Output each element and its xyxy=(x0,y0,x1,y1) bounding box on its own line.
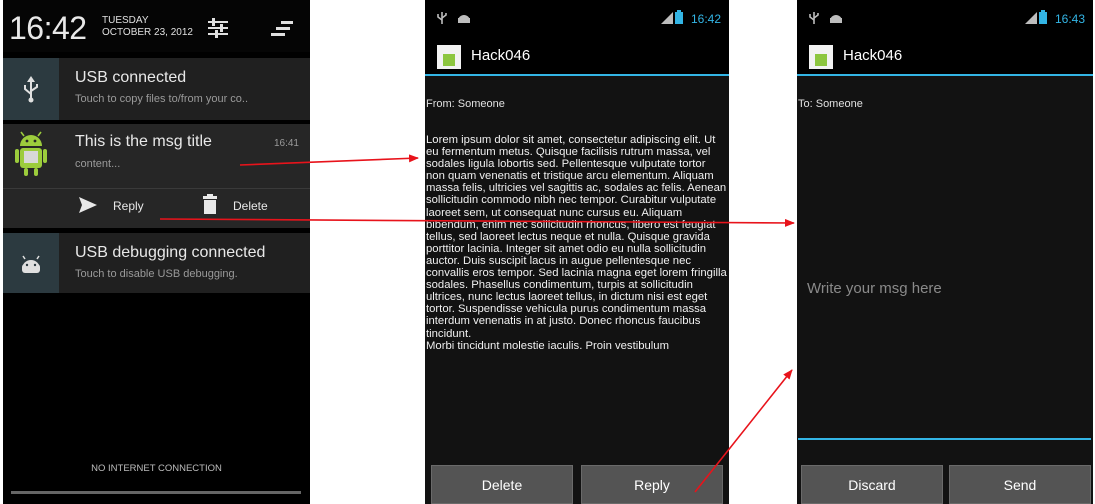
shade-day: TUESDAY xyxy=(102,15,149,26)
message-body-text: Lorem ipsum dolor sit amet, consectetur … xyxy=(426,134,727,340)
notification-usb-debugging[interactable]: USB debugging connected Touch to disable… xyxy=(3,233,310,293)
notification-usb-connected[interactable]: USB connected Touch to copy files to/fro… xyxy=(3,58,310,120)
reply-button[interactable]: Reply xyxy=(581,465,723,504)
notification-subtitle: Touch to disable USB debugging. xyxy=(75,268,238,280)
notification-title: USB connected xyxy=(75,69,187,86)
android-app-icon xyxy=(15,131,47,176)
trash-icon xyxy=(203,194,217,214)
notification-shade: 16:42 TUESDAY OCTOBER 23, 2012 USB conne… xyxy=(3,0,310,504)
status-clock: 16:42 xyxy=(690,12,721,26)
notification-icon-box xyxy=(3,233,59,293)
reply-action-label: Reply xyxy=(113,199,144,213)
message-input[interactable]: Write your msg here xyxy=(798,120,1091,440)
notification-subtitle: content... xyxy=(75,158,121,170)
battery-icon xyxy=(1039,10,1047,24)
notification-icon-box xyxy=(3,58,59,120)
status-clock: 16:43 xyxy=(1054,12,1085,26)
compose-reply-screen: 16:43 Hack046 To: Someone Write your msg… xyxy=(797,0,1093,504)
recipient-label: To: Someone xyxy=(798,98,863,110)
app-title: Hack046 xyxy=(471,47,531,64)
no-internet-label: NO INTERNET CONNECTION xyxy=(91,463,222,474)
android-debug-icon xyxy=(22,255,40,273)
discard-button[interactable]: Discard xyxy=(801,465,943,504)
delete-button[interactable]: Delete xyxy=(431,465,573,504)
send-button[interactable]: Send xyxy=(949,465,1091,504)
message-body: Lorem ipsum dolor sit amet, consectetur … xyxy=(426,134,727,446)
shade-clock: 16:42 xyxy=(9,10,87,46)
delete-action-button[interactable]: Delete xyxy=(203,194,283,222)
app-bar: Hack046 xyxy=(425,36,729,76)
status-bar: 16:43 xyxy=(797,0,1093,36)
notification-icon-box xyxy=(3,124,59,186)
signal-icon xyxy=(1025,12,1037,24)
signal-icon xyxy=(661,12,673,24)
app-bar: Hack046 xyxy=(797,36,1093,76)
quick-settings-icon[interactable] xyxy=(207,18,229,38)
app-icon xyxy=(437,45,461,69)
usb-status-icon xyxy=(437,12,447,24)
status-bar: 16:42 xyxy=(425,0,729,36)
read-message-screen: 16:42 Hack046 From: Someone Lorem ipsum … xyxy=(425,0,729,504)
shade-header: 16:42 TUESDAY OCTOBER 23, 2012 xyxy=(3,0,310,52)
message-body-text-2: Morbi tincidunt molestie iaculis. Proin … xyxy=(426,339,669,352)
notification-subtitle: Touch to copy files to/from your co.. xyxy=(75,93,249,105)
shade-date-text: OCTOBER 23, 2012 xyxy=(102,27,193,38)
usb-status-icon xyxy=(809,12,819,24)
divider xyxy=(3,188,310,189)
usb-icon xyxy=(24,76,38,103)
send-icon xyxy=(79,197,97,213)
message-input-placeholder: Write your msg here xyxy=(807,280,942,297)
notification-time: 16:41 xyxy=(273,138,299,149)
delete-action-label: Delete xyxy=(233,199,268,213)
sender-label: From: Someone xyxy=(426,98,505,110)
app-title: Hack046 xyxy=(843,47,903,64)
shade-drag-handle[interactable] xyxy=(11,491,301,494)
notification-title: USB debugging connected xyxy=(75,244,266,261)
reply-action-button[interactable]: Reply xyxy=(79,194,189,222)
debug-status-icon xyxy=(830,15,842,23)
notification-title: This is the msg title xyxy=(75,133,212,150)
battery-icon xyxy=(675,10,683,24)
notification-message[interactable]: This is the msg title 16:41 content... R… xyxy=(3,124,310,228)
clear-all-icon[interactable] xyxy=(271,18,293,38)
app-icon xyxy=(809,45,833,69)
debug-status-icon xyxy=(458,15,470,23)
shade-date: TUESDAY OCTOBER 23, 2012 xyxy=(102,15,193,39)
